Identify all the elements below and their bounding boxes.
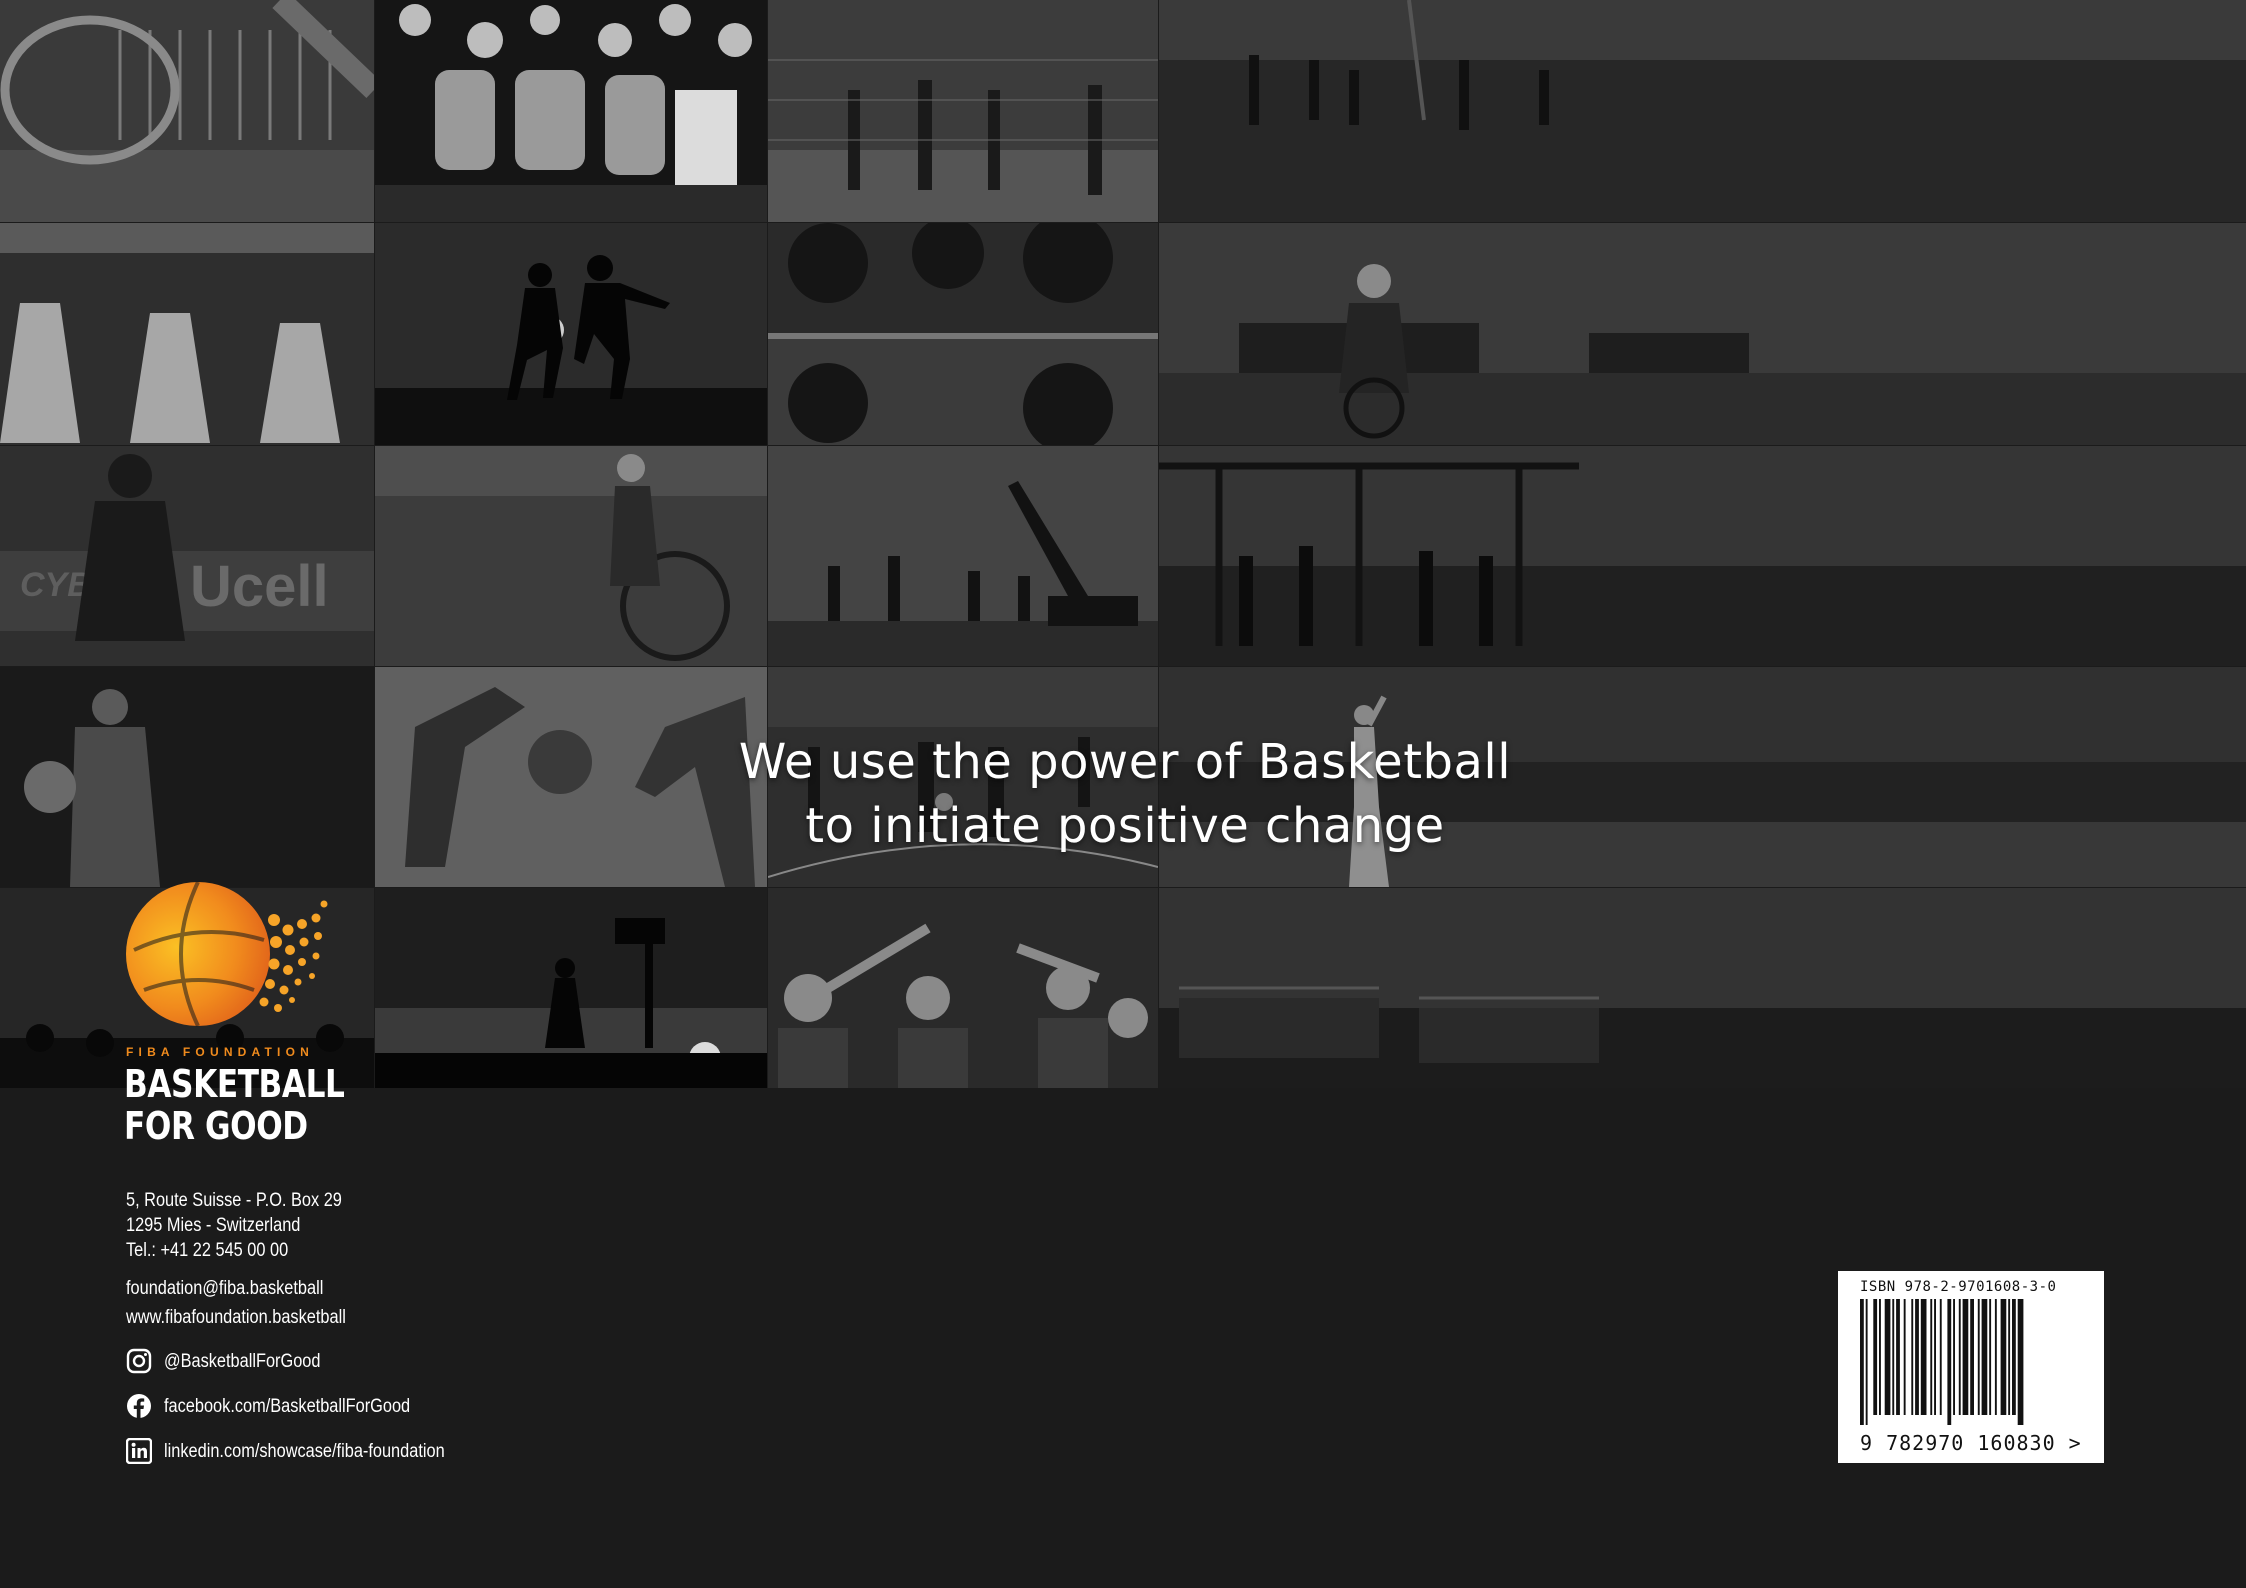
facebook-url: facebook.com/BasketballForGood: [164, 1396, 411, 1417]
facebook-icon: [127, 1394, 151, 1418]
barcode-bar: [2000, 1299, 2007, 1415]
linkedin-url: linkedin.com/showcase/fiba-foundation: [164, 1441, 445, 1462]
barcode-bar: [1896, 1299, 1900, 1415]
barcode-bar: [1884, 1299, 1891, 1415]
barcode: [1860, 1299, 2024, 1425]
barcode-digits: 9 782970 160830 >: [1860, 1431, 2082, 1455]
isbn-number: ISBN 978-2-9701608-3-0: [1860, 1279, 2057, 1295]
instagram-icon: [126, 1348, 152, 1374]
address-line-2: 1295 Mies - Switzerland: [126, 1215, 301, 1236]
photo-tile-wheelchair-athlete: [375, 446, 767, 666]
isbn-barcode-box: ISBN 978-2-9701608-3-0 9 782970 160830 >: [1838, 1271, 2104, 1463]
barcode-bar: [1930, 1299, 1933, 1415]
linkedin-icon: [126, 1438, 152, 1464]
svg-text:Ucell: Ucell: [190, 554, 329, 619]
barcode-bar: [1879, 1299, 1881, 1415]
brand-name-line-2: FOR GOOD: [124, 1104, 308, 1148]
barcode-bar: [1970, 1299, 1974, 1415]
barcode-bar: [1915, 1299, 1919, 1415]
barcode-bar: [1865, 1299, 1868, 1425]
barcode-bar: [1962, 1299, 1969, 1415]
basketball-dots-logo-icon: [126, 881, 328, 1027]
headline-line-2: to initiate positive change: [805, 798, 1445, 854]
barcode-bar: [1989, 1299, 1992, 1415]
barcode-bar: [1934, 1299, 1936, 1415]
address-line-1: 5, Route Suisse - P.O. Box 29: [126, 1190, 342, 1211]
postal-contact: 5, Route Suisse - P.O. Box 29 1295 Mies …: [126, 1188, 342, 1263]
photo-tile-fence-court: [768, 0, 1158, 222]
barcode-bar: [1953, 1299, 1955, 1415]
photo-tile-hoop: [0, 0, 374, 222]
barcode-bar: [1994, 1299, 1997, 1415]
barcode-bar: [1977, 1299, 1980, 1415]
photo-tile-flooded-park: [768, 223, 1158, 445]
phone-number: Tel.: +41 22 545 00 00: [126, 1240, 289, 1261]
headline-line-1: We use the power of Basketball: [738, 734, 1512, 790]
barcode-bar: [1947, 1299, 1952, 1425]
brand-name: BASKETBALL FOR GOOD: [124, 1062, 345, 1148]
photo-tile-wheelchair-ball: [1159, 223, 2246, 445]
headline: We use the power of Basketball to initia…: [560, 730, 1690, 858]
brand-name-line-1: BASKETBALL: [124, 1062, 345, 1106]
barcode-bar: [1981, 1299, 1988, 1415]
photo-tile-under-structure: [1159, 446, 2246, 666]
barcode-bar: [1958, 1299, 1961, 1415]
barcode-bar: [1903, 1299, 1906, 1415]
photo-tile-coach-child: CYBER Ucell: [0, 446, 374, 666]
photo-tile-flooded-beach: [1159, 0, 2246, 222]
instagram-handle: @BasketballForGood: [164, 1351, 321, 1372]
barcode-bar: [1892, 1299, 1895, 1415]
barcode-bar: [1939, 1299, 1942, 1415]
photo-tile-nuns: [0, 223, 374, 445]
barcode-bar: [1860, 1299, 1864, 1425]
photo-tile-excavator-court: [768, 446, 1158, 666]
barcode-bar: [2017, 1299, 2024, 1425]
photo-tile-silhouettes: [375, 223, 767, 445]
website-link[interactable]: www.fibafoundation.basketball: [126, 1303, 346, 1332]
web-contact: foundation@fiba.basketball www.fibafound…: [126, 1274, 346, 1332]
org-small-label: FIBA FOUNDATION: [126, 1045, 314, 1059]
barcode-bar: [1920, 1299, 1927, 1415]
photo-tile-silhouette-dunk: [375, 888, 767, 1088]
email-link[interactable]: foundation@fiba.basketball: [126, 1274, 346, 1303]
barcode-bar: [1873, 1299, 1878, 1415]
photo-tile-stilt-houses: [1159, 888, 2246, 1088]
photo-tile-wheelchair-group: [768, 888, 1158, 1088]
barcode-bar: [2008, 1299, 2011, 1415]
barcode-bar: [1911, 1299, 1914, 1415]
barcode-bar: [2012, 1299, 2016, 1415]
photo-tile-crowd: [375, 0, 767, 222]
photo-tile-night-player: [0, 667, 374, 887]
